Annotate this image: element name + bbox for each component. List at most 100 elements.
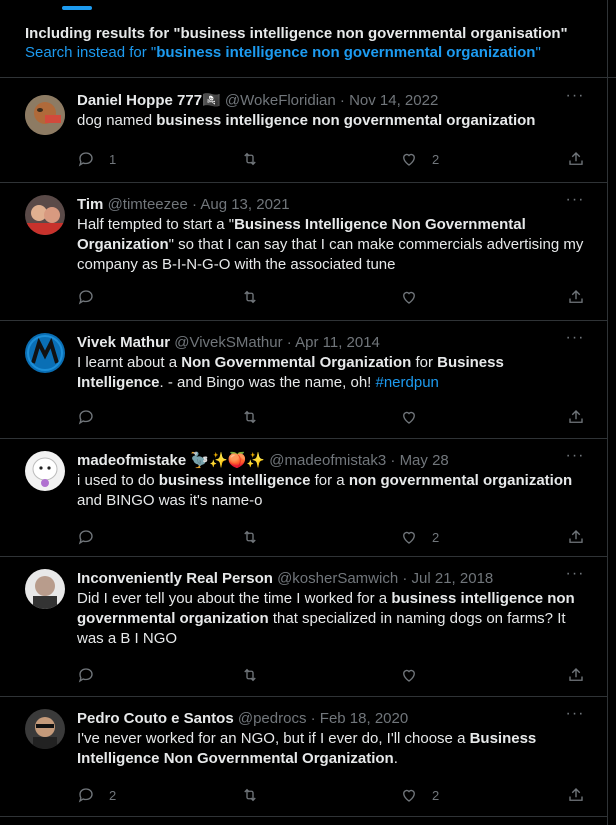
search-instead-suffix: " (535, 44, 541, 61)
author-name[interactable]: Daniel Hoppe 777🏴‍☠️ (77, 92, 221, 109)
tweet-actions (77, 287, 587, 307)
author-handle[interactable]: @timteezee (108, 196, 188, 213)
tweet-header: Pedro Couto e Santos @pedrocs · Feb 18, … (77, 709, 577, 729)
retweet-icon (244, 788, 256, 802)
tweet-header: madeofmistake 🦤✨🍑✨ @madeofmistak3 · May … (77, 451, 577, 471)
reply-icon (78, 290, 93, 305)
share-button[interactable] (567, 785, 585, 805)
text-segment: I've never worked for an NGO, but if I e… (77, 730, 470, 747)
author-name[interactable]: madeofmistake 🦤✨🍑✨ (77, 452, 265, 469)
reply-count: 2 (109, 787, 117, 803)
author-handle[interactable]: @pedrocs (238, 710, 307, 727)
reply-button[interactable]: 2 (77, 785, 116, 805)
more-icon[interactable]: ··· (565, 330, 585, 351)
reply-button[interactable] (77, 527, 109, 547)
text-segment: and BINGO was it's name-o (77, 492, 263, 509)
column-divider (607, 0, 608, 825)
retweet-button[interactable] (241, 287, 273, 307)
tweet-actions: 1 2 (77, 149, 587, 169)
share-button[interactable] (567, 149, 585, 169)
tweet-header: Vivek Mathur @VivekSMathur · Apr 11, 201… (77, 333, 577, 353)
avatar[interactable] (25, 195, 65, 235)
author-name[interactable]: Tim (77, 196, 103, 213)
text-segment: dog named (77, 112, 157, 129)
tweet[interactable]: Tim @timteezee · Aug 13, 2021 ··· Half t… (0, 183, 607, 321)
tweet[interactable]: Vivek Mathur @VivekSMathur · Apr 11, 201… (0, 321, 607, 439)
like-button[interactable] (400, 665, 432, 685)
like-button[interactable]: 2 (400, 527, 439, 547)
reply-button[interactable]: 1 (77, 149, 116, 169)
retweet-button[interactable] (241, 407, 273, 427)
like-button[interactable]: 2 (400, 785, 439, 805)
share-button[interactable] (567, 407, 585, 427)
tweet-date[interactable]: Apr 11, 2014 (295, 334, 380, 351)
like-count: 2 (432, 787, 440, 803)
tweet-text: I've never worked for an NGO, but if I e… (77, 729, 587, 769)
hashtag-link[interactable]: #nerdpun (376, 374, 439, 391)
text-segment: Half tempted to start a " (77, 216, 235, 233)
tweet-header: Daniel Hoppe 777🏴‍☠️ @WokeFloridian · No… (77, 91, 577, 111)
share-button[interactable] (567, 287, 585, 307)
tweet-date[interactable]: May 28 (400, 452, 449, 469)
retweet-button[interactable] (241, 785, 273, 805)
tweet-actions (77, 407, 587, 427)
retweet-button[interactable] (241, 149, 273, 169)
tweet[interactable]: Pedro Couto e Santos @pedrocs · Feb 18, … (0, 697, 607, 817)
retweet-button[interactable] (241, 665, 273, 685)
avatar[interactable] (25, 451, 65, 491)
author-handle[interactable]: @madeofmistak3 (269, 452, 386, 469)
more-icon[interactable]: ··· (565, 706, 585, 727)
more-icon[interactable]: ··· (565, 88, 585, 109)
retweet-button[interactable] (241, 527, 273, 547)
retweet-icon (244, 410, 256, 424)
like-button[interactable] (400, 287, 432, 307)
more-icon[interactable]: ··· (565, 192, 585, 213)
tweet[interactable]: Daniel Hoppe 777🏴‍☠️ @WokeFloridian · No… (0, 79, 607, 183)
avatar[interactable] (25, 333, 65, 373)
text-segment: I learnt about a (77, 354, 182, 371)
author-name[interactable]: Pedro Couto e Santos (77, 710, 234, 727)
like-icon (403, 789, 415, 802)
tweet-text: i used to do business intelligence for a… (77, 471, 587, 511)
like-icon (403, 291, 415, 304)
avatar[interactable] (25, 95, 65, 135)
share-button[interactable] (567, 527, 585, 547)
tweet-date[interactable]: Aug 13, 2021 (200, 196, 289, 213)
avatar[interactable] (25, 569, 65, 609)
reply-button[interactable] (77, 665, 109, 685)
search-instead-link[interactable]: Search instead for "business intelligenc… (25, 43, 616, 62)
tweet-date[interactable]: Jul 21, 2018 (412, 570, 494, 587)
share-icon (569, 410, 583, 423)
author-handle[interactable]: @VivekSMathur (174, 334, 282, 351)
tweet-date[interactable]: Nov 14, 2022 (349, 92, 438, 109)
reply-button[interactable] (77, 287, 109, 307)
author-name[interactable]: Inconveniently Real Person (77, 570, 273, 587)
text-segment: for (411, 354, 438, 371)
tweet-date[interactable]: Feb 18, 2020 (320, 710, 408, 727)
share-button[interactable] (567, 665, 585, 685)
author-name[interactable]: Vivek Mathur (77, 334, 170, 351)
tweet-actions: 2 2 (77, 785, 587, 805)
avatar[interactable] (25, 709, 65, 749)
text-highlight: business intelligence non governmental o… (156, 112, 536, 129)
retweet-icon (244, 152, 256, 166)
like-icon (403, 411, 415, 424)
author-handle[interactable]: @WokeFloridian (225, 92, 336, 109)
tweet[interactable]: Inconveniently Real Person @kosherSamwic… (0, 557, 607, 697)
text-highlight: Non Governmental Organization (181, 354, 412, 371)
like-button[interactable]: 2 (400, 149, 439, 169)
author-handle[interactable]: @kosherSamwich (277, 570, 398, 587)
share-icon (569, 668, 583, 681)
like-button[interactable] (400, 407, 432, 427)
like-icon (403, 153, 415, 166)
reply-button[interactable] (77, 407, 109, 427)
reply-icon (78, 410, 93, 425)
share-icon (569, 788, 583, 801)
text-segment: . - and Bingo was the name, oh! (159, 374, 376, 391)
more-icon[interactable]: ··· (565, 566, 585, 587)
share-icon (569, 152, 583, 165)
like-count: 2 (432, 529, 440, 545)
tweet-text: I learnt about a Non Governmental Organi… (77, 353, 587, 393)
more-icon[interactable]: ··· (565, 448, 585, 469)
tweet[interactable]: madeofmistake 🦤✨🍑✨ @madeofmistak3 · May … (0, 439, 607, 557)
